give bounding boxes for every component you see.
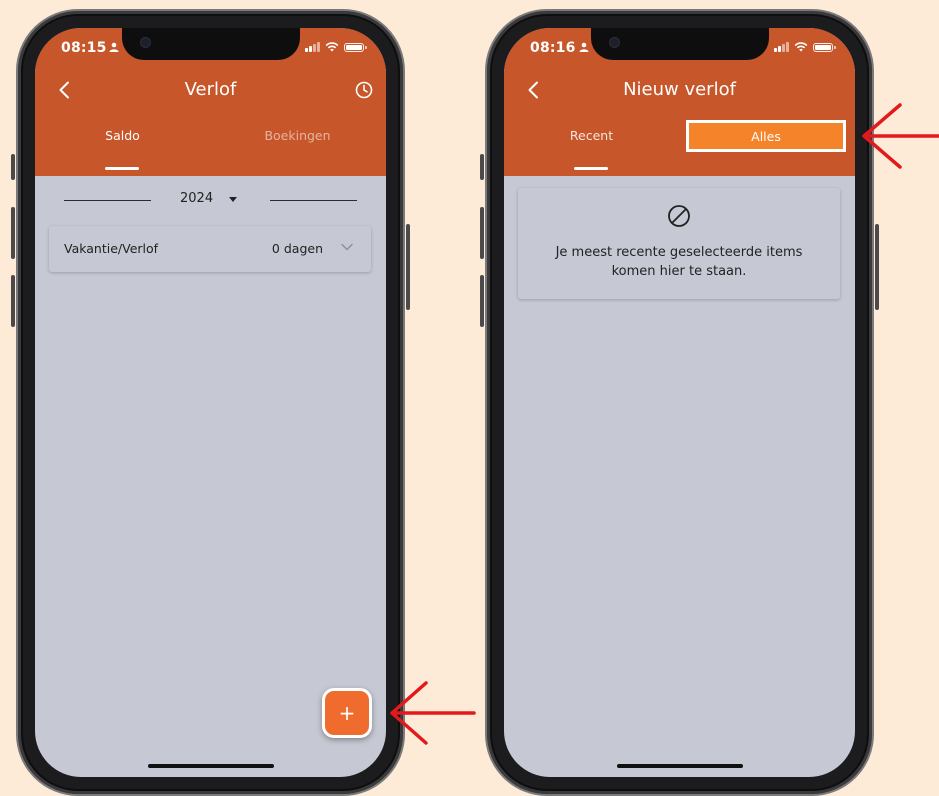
- screen: 08:15 Verlof Saldo Boekingen 2024 Vakant…: [35, 28, 386, 777]
- power-button: [875, 224, 879, 310]
- tab-saldo[interactable]: Saldo: [35, 128, 210, 143]
- balance-label: Vakantie/Verlof: [64, 241, 159, 256]
- app-bar: 08:15 Verlof Saldo Boekingen: [35, 28, 386, 176]
- status-icons: [774, 42, 836, 52]
- person-icon: [579, 42, 589, 55]
- person-icon: [109, 42, 119, 55]
- camera-icon: [608, 37, 620, 48]
- battery-icon: [344, 42, 367, 52]
- wifi-icon: [794, 42, 808, 52]
- phone-right: 08:16 Nieuw verlof Recent Alles Je meest: [480, 9, 879, 796]
- battery-icon: [813, 42, 836, 52]
- phone-left: 08:15 Verlof Saldo Boekingen 2024 Vakant…: [11, 9, 410, 796]
- block-icon: [668, 205, 690, 227]
- tab-indicator: [574, 167, 608, 170]
- tab-boekingen[interactable]: Boekingen: [210, 128, 385, 143]
- clock-icon: [355, 81, 373, 99]
- chevron-down-icon: [341, 243, 353, 251]
- power-button: [406, 224, 410, 310]
- screen: 08:16 Nieuw verlof Recent Alles Je meest: [504, 28, 855, 777]
- status-time: 08:15: [61, 40, 107, 56]
- volume-up-button: [480, 207, 484, 259]
- status-time: 08:16: [530, 40, 576, 56]
- home-indicator: [616, 764, 743, 768]
- empty-state-card: Je meest recente geselecteerde items kom…: [518, 188, 840, 299]
- signal-icon: [774, 42, 789, 52]
- year-selector[interactable]: 2024: [35, 188, 386, 212]
- mute-switch: [11, 154, 15, 180]
- app-bar: 08:16 Nieuw verlof Recent Alles: [504, 28, 855, 176]
- page-title: Verlof: [184, 79, 237, 100]
- notch: [121, 28, 300, 60]
- tab-alles[interactable]: Alles: [686, 120, 846, 152]
- mute-switch: [480, 154, 484, 180]
- annotation-arrow-right: [862, 103, 939, 169]
- status-icons: [305, 42, 367, 52]
- tab-indicator: [105, 167, 139, 170]
- wifi-icon: [325, 42, 339, 52]
- camera-icon: [139, 37, 151, 48]
- balance-card-vakantie[interactable]: Vakantie/Verlof 0 dagen: [49, 226, 371, 272]
- caret-down-icon: [229, 197, 237, 202]
- divider: [270, 200, 357, 201]
- balance-value: 0 dagen: [271, 241, 323, 256]
- empty-state-message: Je meest recente geselecteerde items kom…: [555, 245, 803, 279]
- tab-recent[interactable]: Recent: [504, 128, 679, 143]
- history-button[interactable]: [354, 80, 374, 100]
- add-button[interactable]: +: [322, 688, 372, 738]
- volume-down-button: [480, 275, 484, 327]
- home-indicator: [147, 764, 274, 768]
- divider: [64, 200, 151, 201]
- signal-icon: [305, 42, 320, 52]
- annotation-arrow-left: [390, 681, 476, 745]
- notch: [590, 28, 769, 60]
- volume-down-button: [11, 275, 15, 327]
- year-value: 2024: [180, 191, 214, 206]
- volume-up-button: [11, 207, 15, 259]
- page-title: Nieuw verlof: [623, 79, 736, 100]
